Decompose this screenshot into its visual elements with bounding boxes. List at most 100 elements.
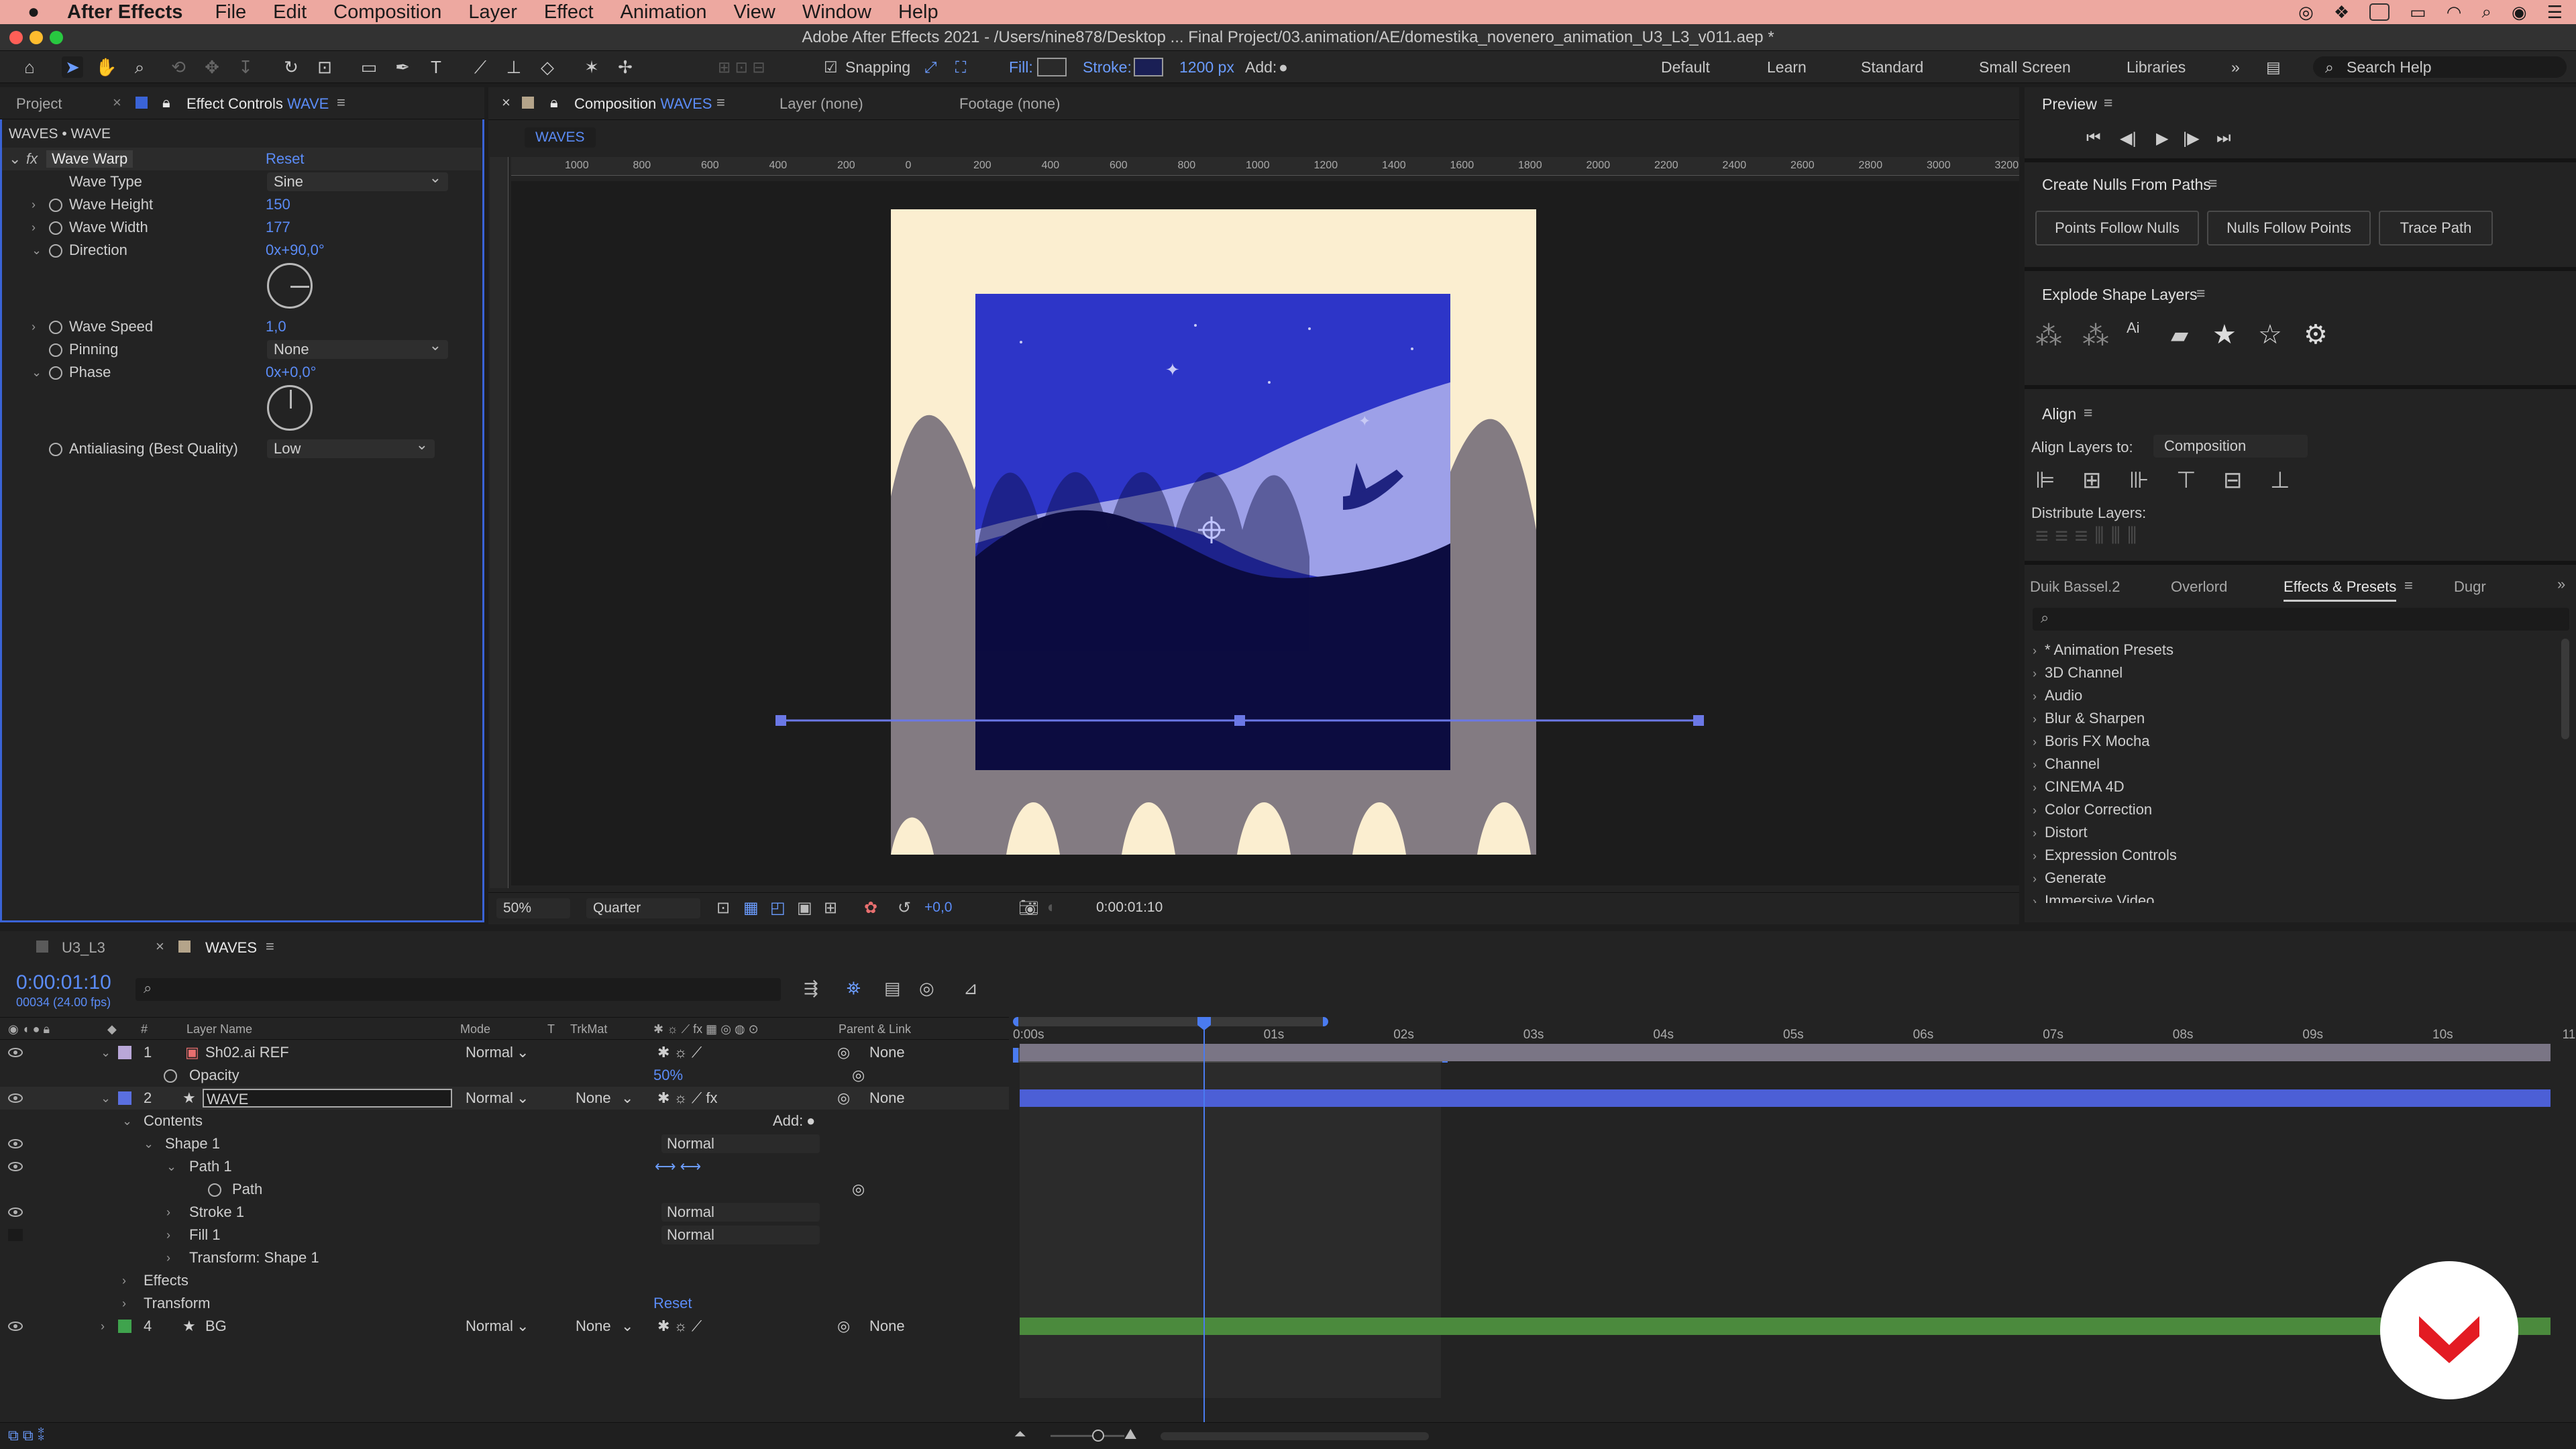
panel-menu-icon[interactable]: ≡	[337, 94, 345, 111]
layer-mode-dropdown[interactable]: Normal	[466, 1041, 513, 1064]
expand-arrow-icon[interactable]: ›	[101, 1315, 113, 1338]
stroke-1-blend-dropdown[interactable]: Normal	[661, 1203, 820, 1222]
region-of-interest-icon[interactable]: ▣	[797, 898, 812, 918]
snap-edges-icon[interactable]: ⤢	[924, 51, 936, 83]
snapping-checkbox[interactable]: ☑	[824, 51, 838, 83]
panel-menu-icon[interactable]: ≡	[2104, 94, 2112, 112]
workspace-learn[interactable]: Learn	[1767, 51, 1807, 83]
wave-speed-value[interactable]: 1,0	[266, 315, 286, 338]
explode-stars-alt-icon[interactable]: ⁂	[2082, 321, 2109, 352]
panel-menu-icon[interactable]: ≡	[2084, 404, 2092, 422]
tab-u3-l3[interactable]: U3_L3	[62, 939, 105, 957]
stopwatch-icon[interactable]	[208, 1183, 221, 1197]
wave-warp-name[interactable]: Wave Warp	[46, 150, 133, 168]
stopwatch-icon[interactable]	[49, 443, 62, 456]
stopwatch-icon[interactable]	[164, 1069, 177, 1083]
shape-1-blend-dropdown[interactable]: Normal	[661, 1134, 820, 1153]
align-bottom-icon[interactable]: ⊥	[2270, 467, 2290, 494]
current-time-display[interactable]: 0:00:01:10	[16, 971, 111, 994]
stroke-1-row[interactable]: › Stroke 1 Normal	[0, 1201, 1009, 1224]
clone-stamp-tool-icon[interactable]: ⊥	[503, 56, 525, 78]
visibility-eye-icon[interactable]	[8, 1048, 23, 1057]
trkmat-dropdown[interactable]: None	[576, 1315, 611, 1338]
menu-help[interactable]: Help	[898, 1, 938, 23]
menu-app-name[interactable]: After Effects	[67, 1, 182, 23]
effects-list-scrollbar[interactable]	[2561, 639, 2569, 739]
effects-list-item[interactable]: › Audio	[2033, 687, 2082, 704]
expand-arrow-icon[interactable]: ›	[32, 315, 44, 338]
pickwhip-icon[interactable]: ◎	[837, 1315, 850, 1338]
ai-import-icon[interactable]: Ai	[2127, 319, 2140, 337]
selection-tool-icon[interactable]: ➤	[62, 56, 83, 78]
tab-project[interactable]: Project	[16, 95, 62, 113]
tab-footage[interactable]: Footage (none)	[959, 95, 1060, 113]
tab-dugr[interactable]: Dugr	[2454, 578, 2486, 596]
zoom-slider-thumb[interactable]	[1092, 1430, 1104, 1442]
stopwatch-icon[interactable]	[49, 343, 62, 357]
direction-value[interactable]: 0x+90,0°	[266, 239, 325, 262]
collapse-arrow-icon[interactable]: ⌄	[101, 1087, 113, 1110]
pan-behind-tool-icon[interactable]: ⊡	[314, 56, 335, 78]
layer-label-color[interactable]	[118, 1091, 131, 1105]
magnification-dropdown[interactable]: 50%	[496, 898, 570, 918]
path-vertex-handle[interactable]	[1234, 715, 1245, 726]
phase-value[interactable]: 0x+0,0°	[266, 361, 316, 384]
opacity-value[interactable]: 50%	[653, 1064, 683, 1087]
effects-list-item[interactable]: › 3D Channel	[2033, 664, 2123, 682]
wave-width-value[interactable]: 177	[266, 216, 290, 239]
creative-cloud-icon[interactable]: ◎	[2298, 2, 2314, 23]
last-frame-icon[interactable]: ⏭	[2216, 129, 2231, 148]
panel-menu-icon[interactable]: ≡	[2404, 577, 2413, 594]
menu-composition[interactable]: Composition	[333, 1, 441, 23]
layer-mode-dropdown[interactable]: Normal	[466, 1315, 513, 1338]
transform-reset-link[interactable]: Reset	[653, 1292, 692, 1315]
effects-list-item[interactable]: › * Animation Presets	[2033, 641, 2174, 659]
layer-name-edit-field[interactable]: WAVE	[203, 1089, 452, 1108]
visibility-eye-icon[interactable]	[8, 1139, 23, 1148]
contents-row[interactable]: ⌄ Contents Add: ●	[0, 1110, 1009, 1132]
exposure-value[interactable]: +0,0	[924, 900, 952, 916]
apple-menu-icon[interactable]: ●	[0, 1, 67, 23]
collapse-arrow-icon[interactable]: ⌄	[122, 1110, 134, 1132]
close-tab-icon[interactable]: ×	[113, 94, 121, 111]
menu-animation[interactable]: Animation	[621, 1, 707, 23]
tab-composition[interactable]: Composition WAVES	[574, 95, 712, 113]
layer-name[interactable]: BG	[205, 1315, 227, 1338]
transform-group-row[interactable]: › Transform Reset	[0, 1292, 1009, 1315]
dropbox-icon[interactable]: ❖	[2334, 2, 2349, 23]
collapse-arrow-icon[interactable]: ⌄	[9, 148, 21, 170]
play-icon[interactable]: ▶	[2156, 129, 2168, 148]
stopwatch-icon[interactable]	[49, 366, 62, 380]
points-follow-nulls-button[interactable]: Points Follow Nulls	[2035, 211, 2199, 246]
show-channel-icon[interactable]: ✿	[864, 898, 877, 918]
wifi-icon[interactable]: ◠	[2447, 2, 2462, 23]
panel-menu-icon[interactable]: ≡	[2208, 174, 2217, 193]
graph-editor-icon[interactable]: ⊿	[963, 978, 978, 999]
draft-3d-icon[interactable]: ⛯	[847, 978, 861, 1000]
panel-menu-icon[interactable]: ≡	[716, 94, 725, 111]
hand-tool-icon[interactable]: ✋	[95, 56, 117, 78]
eraser-tool-icon[interactable]: ◇	[537, 56, 558, 78]
zoom-tool-icon[interactable]: ⌕	[129, 56, 150, 78]
effects-list-item[interactable]: › Boris FX Mocha	[2033, 733, 2150, 750]
stopwatch-icon[interactable]	[49, 221, 62, 235]
effects-search-input[interactable]: ⌕	[2033, 608, 2569, 631]
align-vertical-center-icon[interactable]: ⊟	[2223, 467, 2243, 494]
work-area-start-handle[interactable]	[1013, 1048, 1018, 1063]
stroke-swatch[interactable]	[1134, 58, 1163, 76]
expression-pickwhip-icon[interactable]: ◎	[852, 1178, 865, 1201]
wave-height-value[interactable]: 150	[266, 193, 290, 216]
grid-guides-icon[interactable]: ⊞	[824, 898, 837, 918]
visibility-eye-icon[interactable]	[8, 1322, 23, 1331]
explode-stars-icon[interactable]: ⁂	[2035, 321, 2062, 352]
control-center-icon[interactable]: ☰	[2547, 2, 2563, 23]
layer-switches[interactable]: ✱ ☼ ⟋ fx	[657, 1087, 717, 1110]
next-frame-icon[interactable]: |▶	[2183, 129, 2200, 148]
collapse-arrow-icon[interactable]: ⌄	[32, 361, 44, 384]
rotate-tool-icon[interactable]: ↻	[280, 56, 302, 78]
minimize-window-button[interactable]	[30, 31, 43, 44]
settings-gear-icon[interactable]: ⚙	[2304, 319, 2328, 350]
effects-group-row[interactable]: › Effects	[0, 1269, 1009, 1292]
layer-label-color[interactable]	[118, 1046, 131, 1059]
layer-mode-dropdown[interactable]: Normal	[466, 1087, 513, 1110]
